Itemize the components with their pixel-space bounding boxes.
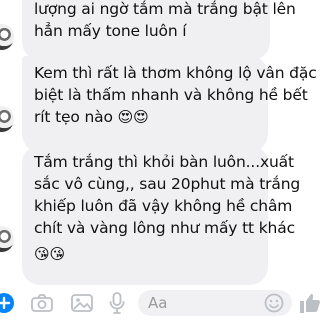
microphone-icon[interactable] bbox=[108, 292, 126, 314]
message-line: lượng ai ngờ tắm mà trắng bật lên bbox=[34, 0, 296, 18]
camera-icon[interactable] bbox=[30, 292, 54, 314]
add-icon[interactable] bbox=[0, 292, 14, 314]
message-line: Tắm trắng thì khỏi bàn luôn...xuất bbox=[34, 153, 294, 171]
message-line: biệt là thấm nhanh và không hề bết bbox=[34, 86, 308, 104]
message-line: khiếp luôn đã vậy không hề châm bbox=[34, 197, 293, 215]
avatar bbox=[0, 24, 14, 50]
message-line: Kem thì rất là thơm không lộ vân đặc bbox=[34, 64, 317, 82]
message-bubble: Kem thì rất là thơm không lộ vân đặc biệ… bbox=[22, 56, 317, 152]
like-icon[interactable] bbox=[298, 292, 320, 314]
message-bubble: Tắm trắng thì khỏi bàn luôn...xuất sắc v… bbox=[22, 145, 301, 285]
message-line: rít tẹo nào 😍😍 bbox=[34, 106, 256, 128]
message-composer: Aa bbox=[0, 286, 320, 320]
message-input-placeholder: Aa bbox=[148, 294, 168, 312]
emoji-icon[interactable] bbox=[264, 292, 284, 314]
message-text: rít tẹo nào bbox=[34, 108, 113, 126]
avatar bbox=[0, 226, 14, 252]
emoji-heart-eyes: 😍😍 bbox=[117, 108, 149, 126]
message-line: sắc vô cùng,, sau 20phut mà trắng bbox=[34, 175, 301, 193]
avatar bbox=[0, 106, 14, 132]
message-bubble: lượng ai ngờ tắm mà trắng bật lên hẳn mấ… bbox=[22, 0, 296, 60]
image-icon[interactable] bbox=[70, 292, 94, 314]
emoji-kiss: 😘😘 bbox=[34, 245, 65, 263]
message-line: chít và vàng lông như mấy tt khác bbox=[34, 219, 295, 237]
message-line: hẳn mấy tone luôn í bbox=[34, 22, 187, 40]
